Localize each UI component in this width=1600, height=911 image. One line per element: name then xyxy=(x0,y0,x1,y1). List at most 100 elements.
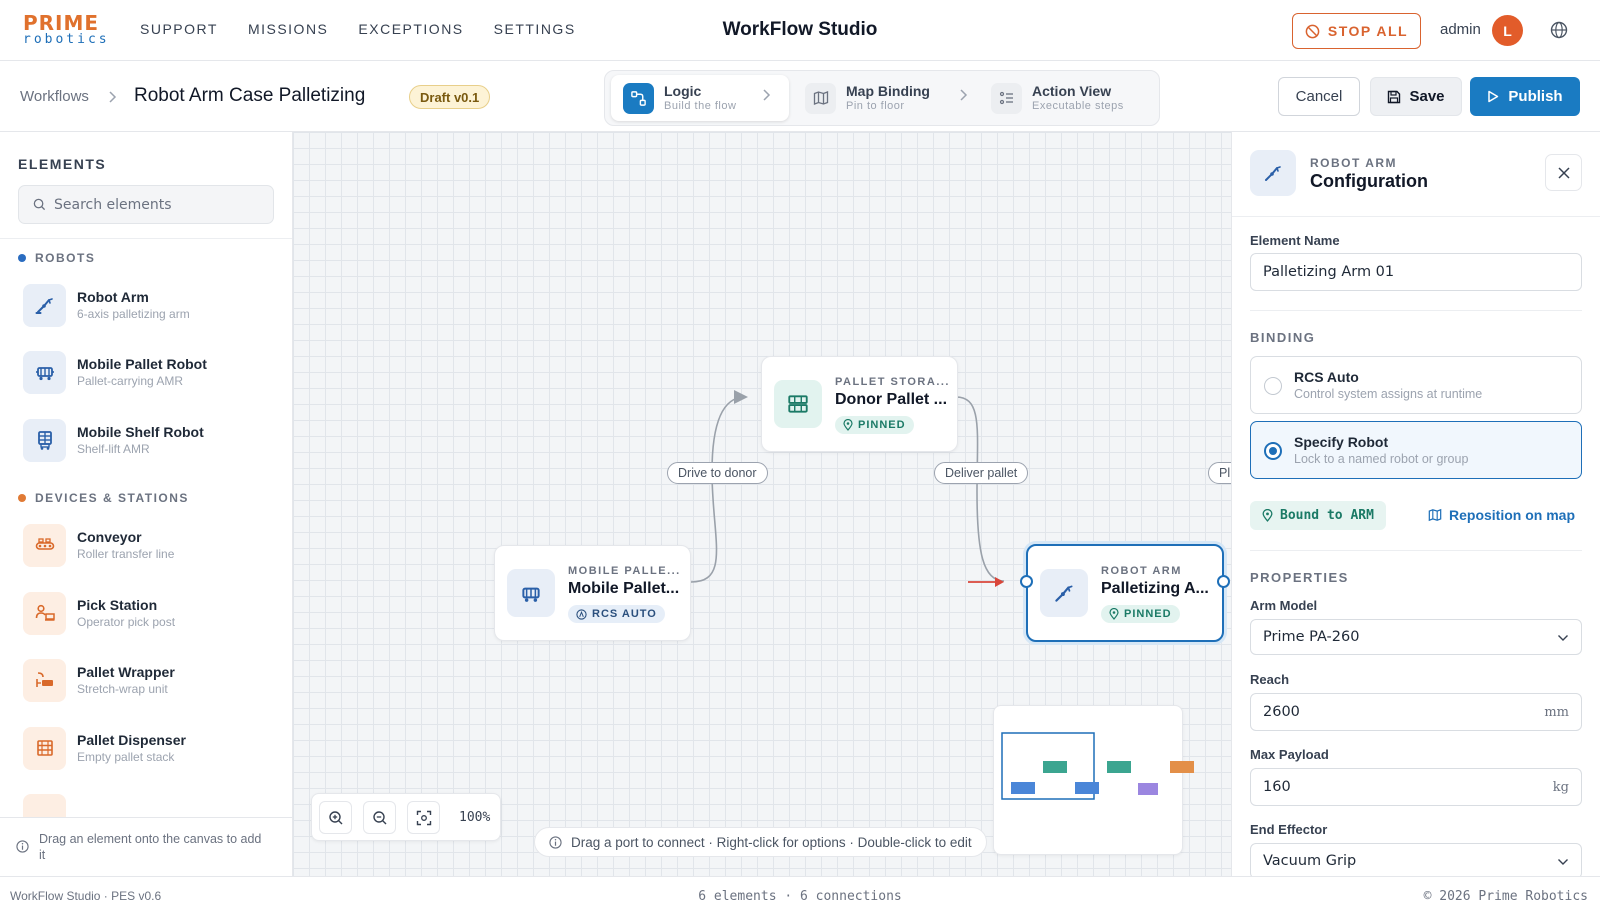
element-sub: Stretch-wrap unit xyxy=(77,682,168,696)
close-icon xyxy=(1557,166,1571,180)
elements-panel: ELEMENTS ROBOTS Robot Arm 6-axis palleti… xyxy=(0,132,293,876)
zoom-out-icon xyxy=(372,810,388,826)
search-input[interactable] xyxy=(54,196,254,213)
nav-support[interactable]: SUPPORT xyxy=(140,21,218,37)
canvas-hint: Drag a port to connect · Right-click for… xyxy=(534,827,987,857)
cancel-button[interactable]: Cancel xyxy=(1278,77,1360,116)
node-title: Palletizing A... xyxy=(1101,580,1209,597)
edge-label-partial[interactable]: Pl xyxy=(1208,462,1231,484)
nav-missions[interactable]: MISSIONS xyxy=(248,21,328,37)
node-badge: PINNED xyxy=(835,416,914,434)
reposition-label: Reposition on map xyxy=(1449,507,1575,523)
edge-label-drive-to-donor[interactable]: Drive to donor xyxy=(667,462,768,484)
category-robots: ROBOTS xyxy=(18,251,95,265)
binding-option-specify-robot[interactable]: Specify Robot Lock to a named robot or g… xyxy=(1250,421,1582,479)
reach-input[interactable]: 2600 mm xyxy=(1250,693,1582,731)
fit-view-button[interactable] xyxy=(407,801,440,834)
node-type: ROBOT ARM xyxy=(1101,565,1182,577)
arm-model-select[interactable]: Prime PA-260 xyxy=(1250,619,1582,655)
payload-label: Max Payload xyxy=(1250,747,1329,762)
connection-arrowhead xyxy=(734,390,748,404)
minimap-node xyxy=(1043,761,1067,773)
zoom-in-button[interactable] xyxy=(319,801,352,834)
element-mobile-shelf-robot[interactable]: Mobile Shelf Robot Shelf-lift AMR xyxy=(23,415,278,465)
node-donor-pallet[interactable]: PALLET STORA... Donor Pallet ... PINNED xyxy=(761,356,958,452)
category-label: ROBOTS xyxy=(35,251,96,265)
payload-value: 160 xyxy=(1263,779,1291,795)
step-label: Map Binding xyxy=(846,83,930,99)
minimap[interactable] xyxy=(993,705,1194,855)
reach-label: Reach xyxy=(1250,672,1290,687)
element-sub: Empty pallet stack xyxy=(77,750,175,764)
radio-button[interactable] xyxy=(1264,377,1282,395)
step-map-binding[interactable]: Map Binding Pin to floor xyxy=(793,75,963,121)
breadcrumb-workflows[interactable]: Workflows xyxy=(20,88,89,105)
globe-icon[interactable] xyxy=(1550,21,1568,39)
element-pallet-wrapper[interactable]: Pallet Wrapper Stretch-wrap unit xyxy=(23,655,278,705)
search-box[interactable] xyxy=(18,185,274,224)
element-sub: 6-axis palletizing arm xyxy=(77,307,190,321)
avatar[interactable]: L xyxy=(1492,15,1523,46)
end-effector-select[interactable]: Vacuum Grip xyxy=(1250,843,1582,876)
arm-model-value: Prime PA-260 xyxy=(1263,629,1360,645)
nav-exceptions[interactable]: EXCEPTIONS xyxy=(358,21,463,37)
robot-arm-icon xyxy=(23,283,66,327)
element-robot-arm[interactable]: Robot Arm 6-axis palletizing arm xyxy=(23,280,278,330)
robot-arm-icon xyxy=(1040,569,1088,617)
auto-icon xyxy=(576,608,587,620)
minimap-node xyxy=(1011,782,1035,794)
chevron-down-icon xyxy=(1557,634,1569,642)
workflow-header: Workflows Robot Arm Case Palletizing Dra… xyxy=(0,61,1600,132)
element-name-field[interactable]: Palletizing Arm 01 xyxy=(1250,253,1582,291)
edge-label-deliver-pallet[interactable]: Deliver pallet xyxy=(934,462,1029,484)
reposition-link[interactable]: Reposition on map xyxy=(1428,507,1575,523)
node-palletizing-arm[interactable]: ROBOT ARM Palletizing A... PINNED xyxy=(1026,544,1224,642)
page-title: Robot Arm Case Palletizing xyxy=(134,85,366,106)
canvas-hint-text: Drag a port to connect · Right-click for… xyxy=(571,834,972,850)
element-sub: Roller transfer line xyxy=(77,547,175,561)
zoom-out-button[interactable] xyxy=(363,801,396,834)
element-sub: Operator pick post xyxy=(77,615,176,629)
output-port[interactable] xyxy=(1217,575,1230,588)
workflow-canvas[interactable]: Drive to donor Deliver pallet Pl MOBILE … xyxy=(293,132,1231,876)
binding-option-title: RCS Auto xyxy=(1294,369,1359,385)
input-port[interactable] xyxy=(1020,575,1033,588)
node-badge: RCS AUTO xyxy=(568,605,665,623)
node-title: Mobile Pallet... xyxy=(568,580,680,597)
element-conveyor[interactable]: Conveyor Roller transfer line xyxy=(23,520,278,570)
payload-unit: kg xyxy=(1552,780,1569,795)
node-type: MOBILE PALLE... xyxy=(568,565,681,577)
info-icon xyxy=(549,835,562,849)
flow-icon xyxy=(623,82,654,114)
category-label: DEVICES & STATIONS xyxy=(35,491,189,505)
copyright: © 2026 Prime Robotics xyxy=(1423,889,1588,904)
radio-button[interactable] xyxy=(1264,442,1282,460)
divider xyxy=(1250,310,1582,311)
binding-option-rcs-auto[interactable]: RCS Auto Control system assigns at runti… xyxy=(1250,356,1582,414)
panel-kind: ROBOT ARM xyxy=(1310,156,1398,170)
element-name: Mobile Pallet Robot xyxy=(77,356,207,372)
save-button[interactable]: Save xyxy=(1370,77,1462,116)
element-pick-station[interactable]: Pick Station Operator pick post xyxy=(23,588,278,638)
user-name[interactable]: admin xyxy=(1440,21,1481,38)
brand-logo[interactable]: PRIME robotics xyxy=(23,13,110,47)
stop-all-button[interactable]: STOP ALL xyxy=(1292,13,1421,49)
category-dot xyxy=(18,494,26,502)
info-icon xyxy=(16,840,29,853)
step-action-view[interactable]: Action View Executable steps xyxy=(979,75,1155,121)
element-mobile-pallet-robot[interactable]: Mobile Pallet Robot Pallet-carrying AMR xyxy=(23,347,278,397)
element-name: Robot Arm xyxy=(77,289,149,305)
element-pallet-dispenser[interactable]: Pallet Dispenser Empty pallet stack xyxy=(23,723,278,773)
pin-icon xyxy=(843,419,853,431)
elements-title: ELEMENTS xyxy=(18,156,107,172)
publish-button[interactable]: Publish xyxy=(1470,77,1580,116)
node-mobile-pallet-robot[interactable]: MOBILE PALLE... Mobile Pallet... RCS AUT… xyxy=(494,545,691,641)
nav-settings[interactable]: SETTINGS xyxy=(494,21,576,37)
brand-name: PRIME xyxy=(23,11,100,35)
element-name-value: Palletizing Arm 01 xyxy=(1263,264,1395,280)
node-title: Donor Pallet ... xyxy=(835,391,948,408)
stop-all-label: STOP ALL xyxy=(1327,23,1409,39)
step-sub: Executable steps xyxy=(1032,100,1124,112)
payload-input[interactable]: 160 kg xyxy=(1250,768,1582,806)
close-button[interactable] xyxy=(1545,154,1582,191)
